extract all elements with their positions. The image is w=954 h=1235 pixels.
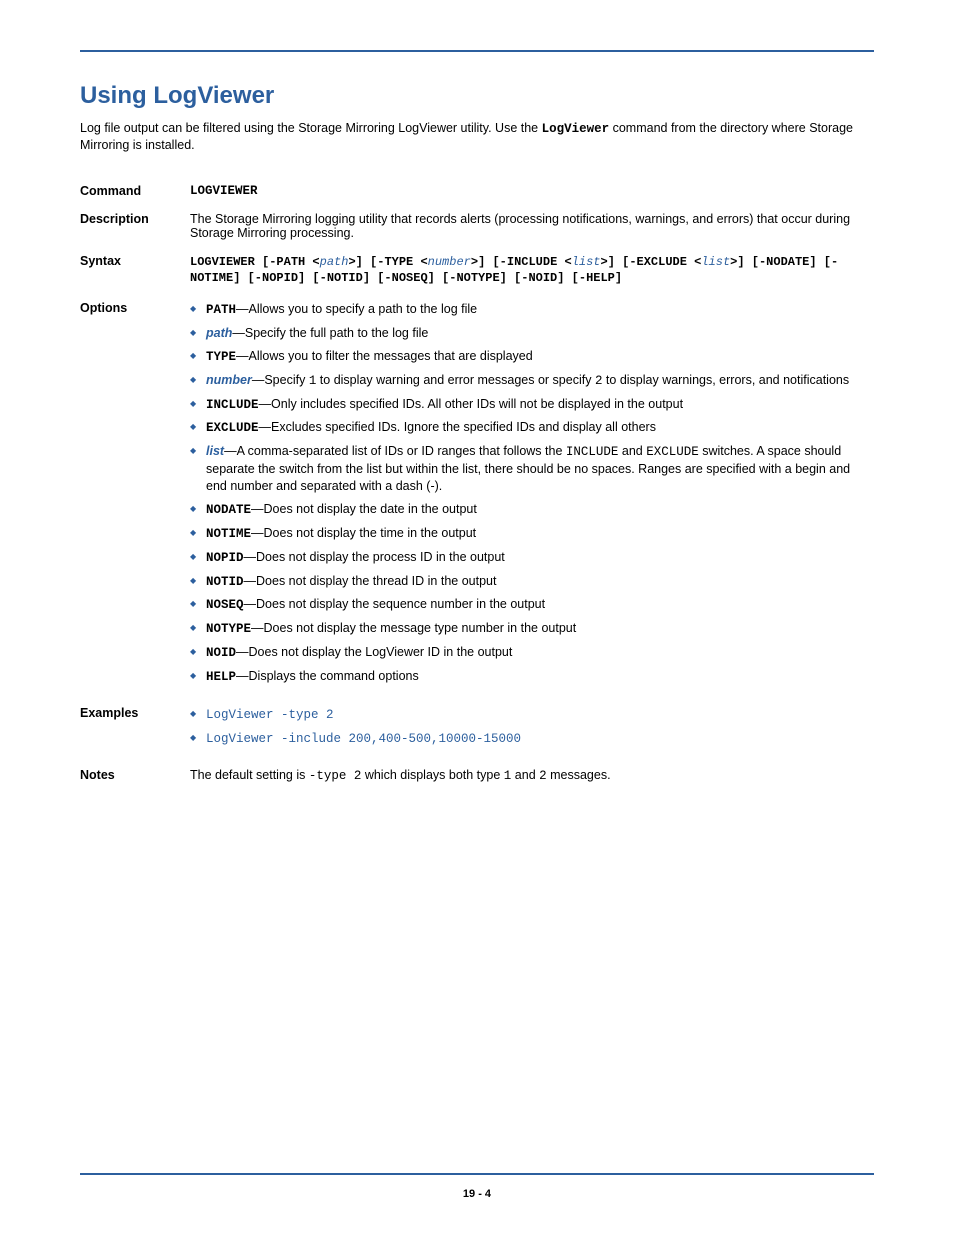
option-item: NOID—Does not display the LogViewer ID i… [190,644,874,662]
option-text: and [618,444,646,458]
syntax-block: LOGVIEWER [-PATH <path>] [-TYPE <number>… [190,254,874,288]
option-keyword: NOTYPE [206,622,251,636]
top-rule [80,50,874,52]
notes-code: -type 2 [309,769,362,783]
label-description: Description [80,212,190,240]
example-item: LogViewer -include 200,400-500,10000-150… [190,730,874,748]
option-item: NOPID—Does not display the process ID in… [190,549,874,567]
option-keyword: path [206,326,232,340]
option-text: —Specify the full path to the log file [232,326,428,340]
option-keyword: NOTID [206,575,244,589]
example-code: LogViewer -type 2 [206,708,334,722]
option-item: NOTYPE—Does not display the message type… [190,620,874,638]
option-text: —Does not display the process ID in the … [244,550,505,564]
option-item: NOTID—Does not display the thread ID in … [190,573,874,591]
notes-code: 2 [539,769,547,783]
option-item: list—A comma-separated list of IDs or ID… [190,443,874,495]
bottom-rule [80,1173,874,1175]
notes-post: messages. [547,768,611,782]
option-keyword: NOTIME [206,527,251,541]
syntax-text: >] [-EXCLUDE < [601,255,702,269]
example-code: LogViewer -include 200,400-500,10000-150… [206,732,521,746]
notes-text: The default setting is -type 2 which dis… [190,768,874,783]
option-text: —Does not display the LogViewer ID in th… [236,645,512,659]
intro-code: LogViewer [542,122,610,136]
option-item: INCLUDE—Only includes specified IDs. All… [190,396,874,414]
page-container: Using LogViewer Log file output can be f… [0,0,954,1235]
option-text: to display warnings, errors, and notific… [602,373,849,387]
label-examples: Examples [80,706,190,754]
option-code: EXCLUDE [646,445,699,459]
option-item: HELP—Displays the command options [190,668,874,686]
syntax-text: >] [-TYPE < [348,255,427,269]
option-text: —Does not display the thread ID in the o… [244,574,497,588]
option-text: —A comma-separated list of IDs or ID ran… [224,444,566,458]
intro-text-1: Log file output can be filtered using th… [80,121,542,135]
option-keyword: list [206,444,224,458]
option-keyword: PATH [206,303,236,317]
option-code: INCLUDE [566,445,619,459]
option-keyword: TYPE [206,350,236,364]
command-value: LOGVIEWER [190,184,874,198]
syntax-param: number [428,255,471,269]
examples-list: LogViewer -type 2 LogViewer -include 200,… [190,706,874,754]
option-text: —Allows you to filter the messages that … [236,349,533,363]
syntax-param: list [572,255,601,269]
option-text: —Excludes specified IDs. Ignore the spec… [259,420,656,434]
options-list: PATH—Allows you to specify a path to the… [190,301,874,692]
option-text: —Specify [252,373,309,387]
option-text: to display warning and error messages or… [316,373,595,387]
option-text: —Does not display the date in the output [251,502,477,516]
option-keyword: NOPID [206,551,244,565]
option-text: —Does not display the message type numbe… [251,621,576,635]
page-heading: Using LogViewer [80,82,874,110]
intro-paragraph: Log file output can be filtered using th… [80,120,874,154]
option-item: EXCLUDE—Excludes specified IDs. Ignore t… [190,419,874,437]
label-notes: Notes [80,768,190,783]
option-keyword: NOSEQ [206,598,244,612]
option-keyword: EXCLUDE [206,421,259,435]
label-command: Command [80,184,190,198]
option-item: NOTIME—Does not display the time in the … [190,525,874,543]
definition-table: Command LOGVIEWER Description The Storag… [80,184,874,783]
option-keyword: INCLUDE [206,398,259,412]
option-keyword: NOID [206,646,236,660]
option-text: —Does not display the sequence number in… [244,597,546,611]
option-keyword: HELP [206,670,236,684]
option-item: NODATE—Does not display the date in the … [190,501,874,519]
option-item: path—Specify the full path to the log fi… [190,325,874,342]
option-item: TYPE—Allows you to filter the messages t… [190,348,874,366]
syntax-param: list [701,255,730,269]
label-options: Options [80,301,190,692]
option-keyword: number [206,373,252,387]
option-text: —Allows you to specify a path to the log… [236,302,477,316]
example-item: LogViewer -type 2 [190,706,874,724]
option-text: —Only includes specified IDs. All other … [259,397,684,411]
syntax-param: path [320,255,349,269]
syntax-text: >] [-INCLUDE < [471,255,572,269]
page-number: 19 - 4 [0,1188,954,1200]
option-item: NOSEQ—Does not display the sequence numb… [190,596,874,614]
syntax-text: LOGVIEWER [-PATH < [190,255,320,269]
option-item: number—Specify 1 to display warning and … [190,372,874,390]
option-item: PATH—Allows you to specify a path to the… [190,301,874,319]
label-syntax: Syntax [80,254,190,288]
notes-mid: which displays both type [361,768,503,782]
option-text: —Displays the command options [236,669,419,683]
notes-pre: The default setting is [190,768,309,782]
option-keyword: NODATE [206,503,251,517]
option-text: —Does not display the time in the output [251,526,476,540]
description-text: The Storage Mirroring logging utility th… [190,212,874,240]
notes-mid2: and [511,768,539,782]
